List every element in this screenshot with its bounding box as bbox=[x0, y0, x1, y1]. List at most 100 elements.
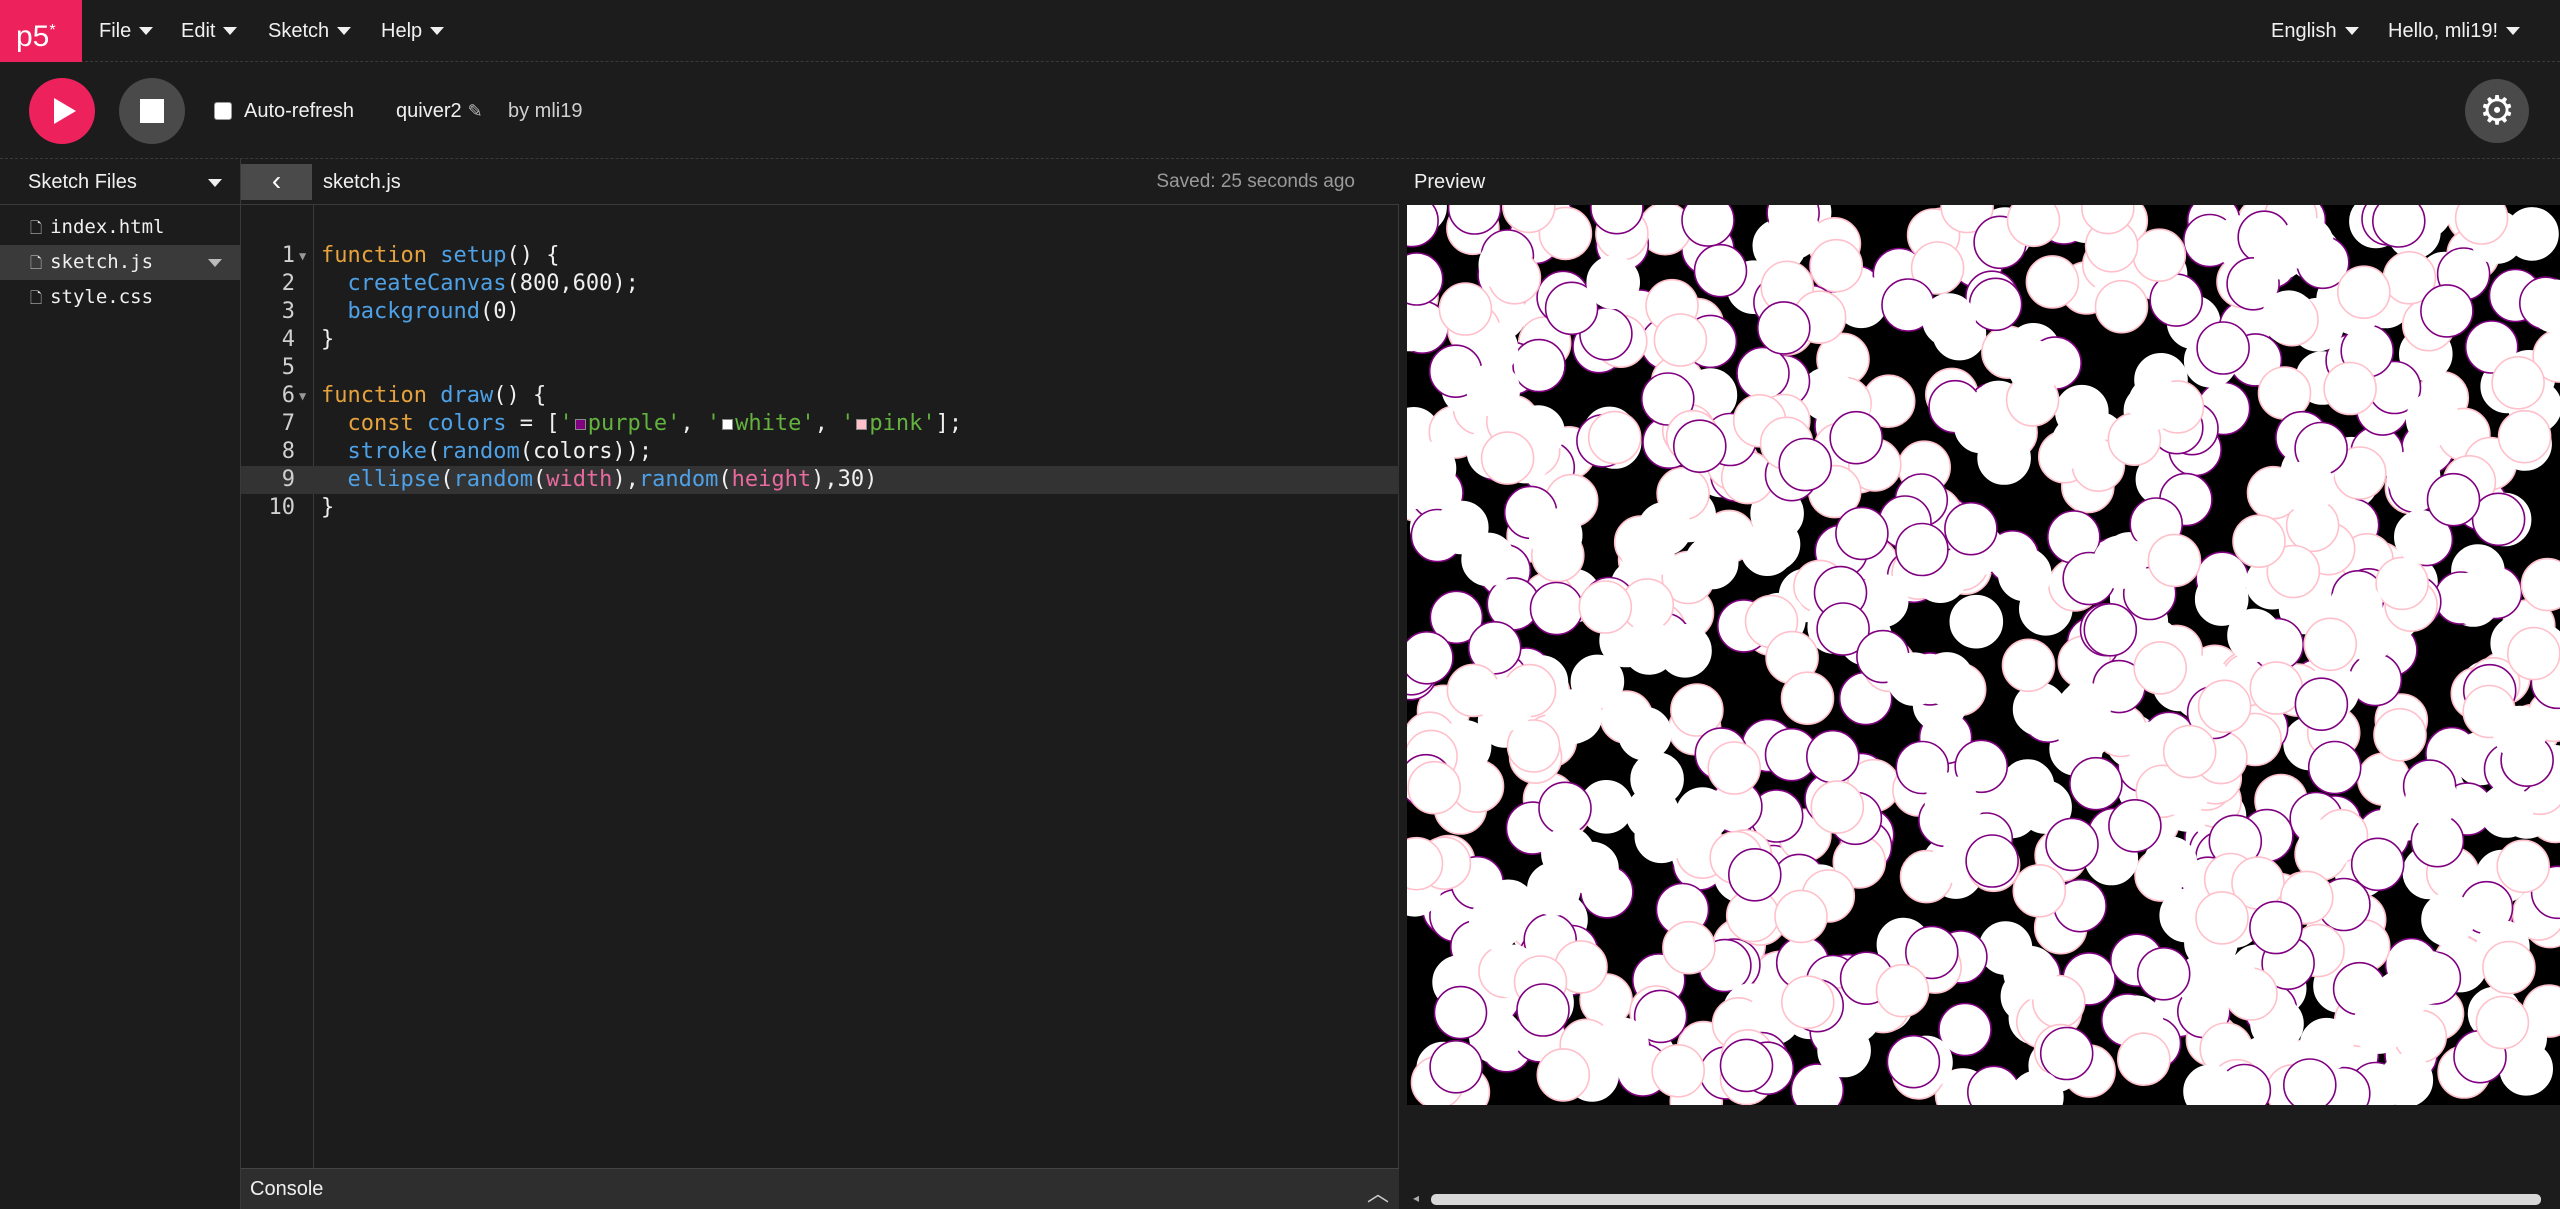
sketch-ellipse bbox=[1756, 301, 1811, 355]
code-text: const colors = [' purple', ' white', ' pink… bbox=[347, 411, 963, 436]
auto-refresh-checkbox[interactable] bbox=[214, 102, 232, 120]
code-line[interactable]: 7 const colors = [' purple', ' white', ' pi… bbox=[241, 410, 1399, 438]
fold-arrow-icon[interactable]: ▼ bbox=[299, 242, 306, 270]
caret-down-icon bbox=[2344, 27, 2359, 35]
p5-logo[interactable]: p5* bbox=[0, 0, 82, 62]
help-menu[interactable]: Help bbox=[381, 0, 445, 62]
sketch-ellipse bbox=[2194, 572, 2249, 626]
sketch-ellipse bbox=[2057, 681, 2111, 736]
sketch-ellipse bbox=[2497, 409, 2552, 464]
sketch-ellipse bbox=[2007, 340, 2062, 394]
sketch-name[interactable]: quiver2 ✎ bbox=[396, 100, 483, 123]
sketch-ellipse bbox=[1529, 581, 1584, 636]
sketch-ellipse bbox=[2069, 756, 2123, 811]
file-options-caret-icon[interactable] bbox=[208, 259, 222, 267]
code-line[interactable]: 1 ▼ function setup() { bbox=[241, 242, 1399, 270]
sketch-ellipse bbox=[1817, 1023, 1871, 1078]
sketch-ellipse bbox=[1954, 399, 2008, 454]
sketch-ellipse bbox=[2094, 279, 2149, 334]
sketch-ellipse bbox=[2447, 571, 2501, 626]
sketch-ellipse bbox=[2003, 945, 2057, 1000]
code-line[interactable]: 8 stroke(random(colors)); bbox=[241, 438, 1399, 466]
sketch-ellipse bbox=[2116, 1032, 2171, 1087]
code-line-current[interactable]: 9 ellipse(random(width),random(height),3… bbox=[241, 466, 1399, 494]
sketch-ellipse bbox=[1586, 255, 1640, 310]
code-text: stroke(random(colors)); bbox=[347, 439, 653, 464]
sketch-ellipse bbox=[2405, 773, 2459, 828]
sketch-ellipse bbox=[2307, 740, 2362, 795]
saved-status: Saved: 25 seconds ago bbox=[1156, 171, 1355, 192]
file-menu[interactable]: File bbox=[99, 0, 154, 62]
sketch-ellipse bbox=[1774, 889, 1828, 944]
file-item-style-css[interactable]: 🗋 style.css bbox=[0, 280, 240, 315]
sketch-ellipse bbox=[2420, 284, 2474, 338]
sketch-ellipse bbox=[2249, 900, 2303, 955]
line-number: 1 bbox=[281, 243, 295, 268]
line-number: 9 bbox=[281, 467, 295, 492]
sketch-ellipse bbox=[2507, 626, 2560, 681]
collapse-sidebar-button[interactable]: ‹ bbox=[241, 164, 312, 200]
sketch-ellipse bbox=[1922, 293, 1976, 347]
user-menu[interactable]: Hello, mli19! bbox=[2388, 0, 2521, 62]
stop-icon bbox=[140, 99, 164, 123]
sketch-ellipse bbox=[2379, 1053, 2434, 1105]
sketch-ellipse bbox=[2162, 724, 2217, 779]
top-nav: p5* File Edit Sketch Help English Hello,… bbox=[0, 0, 2560, 62]
file-icon: 🗋 bbox=[30, 289, 43, 307]
sketch-ellipse bbox=[2132, 228, 2187, 283]
sketch-ellipse bbox=[1651, 1043, 1706, 1098]
sketch-ellipse bbox=[1766, 205, 1821, 260]
sketch-ellipse bbox=[2281, 460, 2335, 514]
sketch-ellipse bbox=[1478, 237, 1533, 292]
sketch-ellipse bbox=[1480, 431, 1535, 485]
sketch-ellipse bbox=[2108, 798, 2162, 853]
sketch-ellipse bbox=[2350, 837, 2405, 892]
sketch-author[interactable]: by mli19 bbox=[508, 100, 582, 123]
caret-down-icon[interactable] bbox=[208, 179, 222, 187]
stop-button[interactable] bbox=[119, 78, 185, 144]
console-panel[interactable]: Console ︿ bbox=[241, 1168, 1399, 1209]
gear-icon: ⚙ bbox=[2479, 89, 2515, 133]
file-icon: 🗋 bbox=[30, 219, 43, 237]
sketch-ellipse bbox=[2195, 891, 2249, 945]
sketch-output bbox=[1407, 205, 2560, 1105]
code-line[interactable]: 2 createCanvas(800,600); bbox=[241, 270, 1399, 298]
code-text: function setup() { bbox=[321, 243, 560, 268]
sketch-ellipse bbox=[1672, 419, 1727, 473]
sketch-ellipse bbox=[1886, 1034, 1941, 1089]
preview-canvas[interactable] bbox=[1407, 205, 2560, 1105]
sketch-ellipse bbox=[1536, 1048, 1591, 1102]
sketch-files-header[interactable]: Sketch Files bbox=[0, 159, 240, 205]
code-line[interactable]: 4 } bbox=[241, 326, 1399, 354]
sketch-ellipse bbox=[1618, 706, 1672, 761]
file-item-sketch-js[interactable]: 🗋 sketch.js bbox=[0, 245, 240, 280]
chevron-up-icon[interactable]: ︿ bbox=[1367, 1176, 1389, 1208]
code-editor[interactable]: 1 ▼ function setup() { 2 createCanvas(80… bbox=[241, 205, 1399, 1168]
sketch-ellipse bbox=[1805, 729, 1860, 784]
sketch-ellipse bbox=[1736, 346, 1790, 401]
code-line[interactable]: 6 ▼ function draw() { bbox=[241, 382, 1399, 410]
scroll-left-icon[interactable]: ◂ bbox=[1413, 1191, 1419, 1205]
sketch-ellipse bbox=[2054, 384, 2109, 439]
auto-refresh-toggle[interactable]: Auto-refresh bbox=[214, 100, 354, 123]
settings-button[interactable]: ⚙ bbox=[2465, 79, 2529, 143]
preview-scrollbar[interactable]: ◂ bbox=[1407, 1190, 2560, 1209]
fold-arrow-icon[interactable]: ▼ bbox=[299, 382, 306, 410]
sketch-ellipse bbox=[1480, 677, 1534, 731]
sketch-ellipse bbox=[1538, 781, 1592, 836]
code-line[interactable]: 3 background(0) bbox=[241, 298, 1399, 326]
sketch-menu[interactable]: Sketch bbox=[268, 0, 352, 62]
sketch-ellipse bbox=[1719, 1038, 1774, 1093]
code-line[interactable]: 5 bbox=[241, 354, 1399, 382]
edit-menu[interactable]: Edit bbox=[181, 0, 238, 62]
sketch-ellipse bbox=[2001, 638, 2056, 693]
sketch-ellipse bbox=[1658, 623, 1712, 678]
language-menu[interactable]: English bbox=[2271, 0, 2359, 62]
scrollbar-thumb[interactable] bbox=[1431, 1194, 2541, 1205]
sketch-ellipse bbox=[1407, 631, 1454, 685]
play-button[interactable] bbox=[29, 78, 95, 144]
pencil-icon[interactable]: ✎ bbox=[468, 101, 483, 122]
file-item-index-html[interactable]: 🗋 index.html bbox=[0, 210, 240, 245]
code-line[interactable]: 10 } bbox=[241, 494, 1399, 522]
sketch-ellipse bbox=[1829, 410, 1884, 465]
